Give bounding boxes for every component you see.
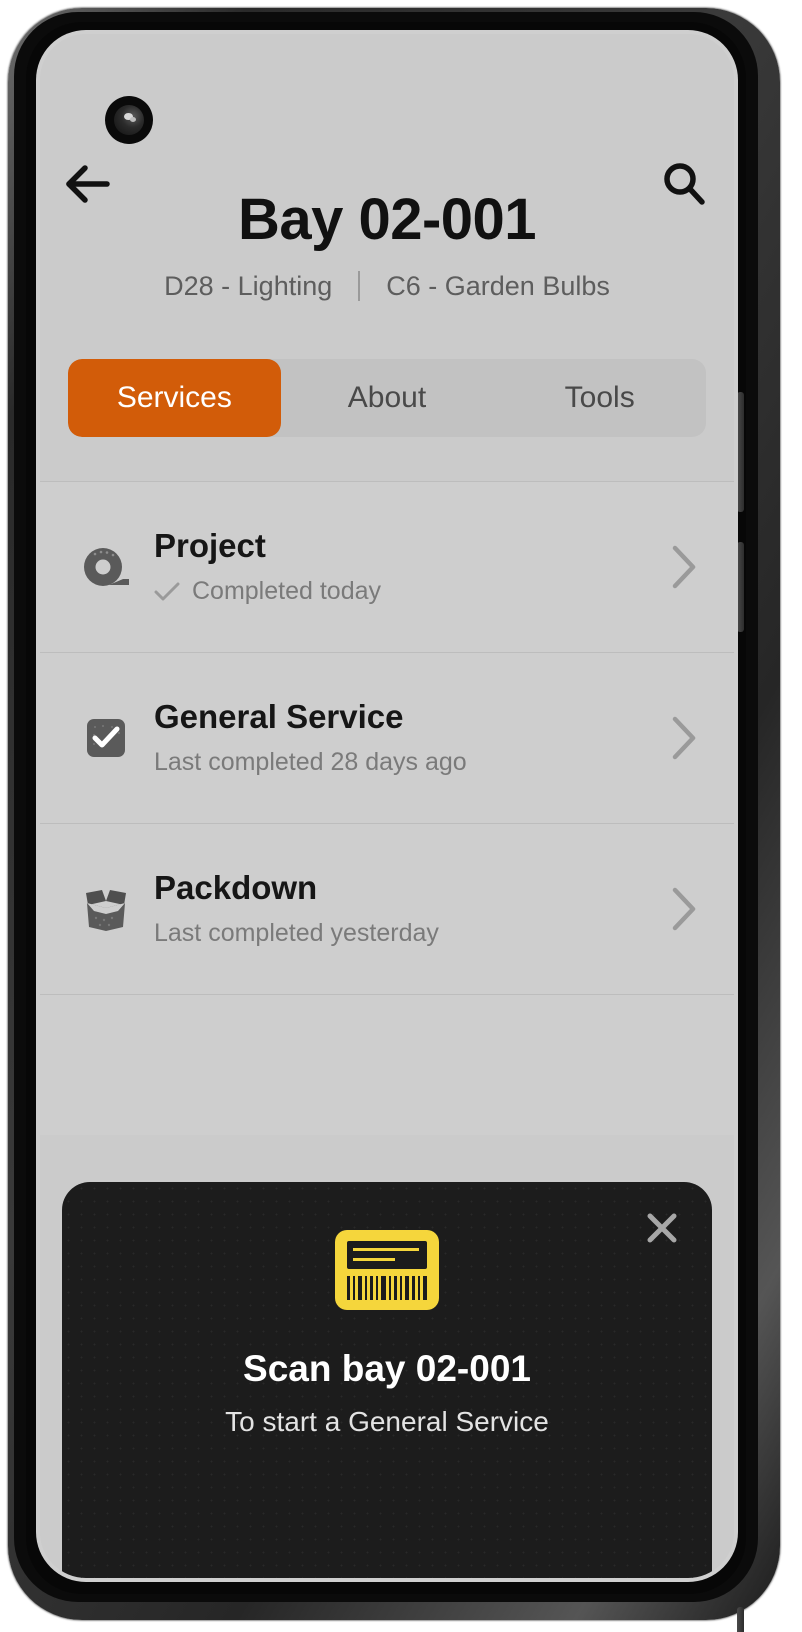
services-list: Project Completed today General Service …	[40, 480, 734, 1135]
list-item-status: Last completed 28 days ago	[154, 748, 664, 777]
list-item-status-text: Last completed yesterday	[154, 919, 439, 948]
list-item-status-text: Last completed 28 days ago	[154, 748, 467, 777]
scan-sheet-body: Scan bay 02-001 To start a General Servi…	[62, 1182, 712, 1438]
breadcrumb: D28 - Lighting C6 - Garden Bulbs	[40, 271, 734, 302]
scan-title: Scan bay 02-001	[243, 1348, 531, 1389]
list-item-status-text: Completed today	[192, 577, 382, 606]
list-item[interactable]: Project Completed today	[40, 481, 734, 653]
search-button[interactable]	[652, 152, 716, 216]
list-item-status: Last completed yesterday	[154, 919, 664, 948]
tab-about[interactable]: About	[281, 359, 494, 437]
phone-screen: Bay 02-001 D28 - Lighting C6 - Garden Bu…	[40, 34, 734, 1578]
open-box-icon	[68, 884, 144, 934]
breadcrumb-divider	[358, 271, 361, 302]
tab-services[interactable]: Services	[68, 358, 281, 437]
tape-roll-icon	[68, 541, 144, 593]
back-button[interactable]	[56, 152, 120, 216]
check-icon	[154, 582, 180, 601]
list-item-status: Completed today	[154, 577, 664, 606]
list-item-title: Project	[154, 527, 266, 565]
barcode-bars	[347, 1276, 427, 1300]
list-empty-space	[40, 994, 734, 1135]
app-root: Bay 02-001 D28 - Lighting C6 - Garden Bu…	[40, 34, 734, 1578]
list-item-text: Project Completed today	[144, 527, 664, 606]
list-item-title: Packdown	[154, 869, 318, 907]
screenshot-stage: Bay 02-001 D28 - Lighting C6 - Garden Bu…	[0, 0, 802, 1632]
barcode-label-line-1	[353, 1248, 419, 1251]
barcode-label-line-2	[353, 1258, 395, 1261]
breadcrumb-department: D28 - Lighting	[164, 270, 333, 301]
scan-subtitle: To start a General Service	[225, 1406, 549, 1437]
list-item[interactable]: General Service Last completed 28 days a…	[40, 652, 734, 824]
power-button[interactable]	[737, 1607, 744, 1632]
close-button[interactable]	[634, 1200, 690, 1256]
chevron-right-icon	[664, 886, 704, 932]
list-item-text: General Service Last completed 28 days a…	[144, 698, 664, 777]
tab-tools[interactable]: Tools	[493, 359, 706, 437]
checkbox-checked-icon	[68, 713, 144, 763]
tab-bar: Services About Tools	[68, 358, 706, 437]
volume-up-button[interactable]	[737, 392, 744, 512]
close-icon	[647, 1213, 677, 1243]
list-item-title: General Service	[154, 698, 404, 736]
volume-down-button[interactable]	[737, 542, 744, 632]
chevron-right-icon	[664, 544, 704, 590]
chevron-right-icon	[664, 715, 704, 761]
scan-bottom-sheet: Scan bay 02-001 To start a General Servi…	[62, 1182, 712, 1578]
list-item[interactable]: Packdown Last completed yesterday	[40, 823, 734, 995]
list-item-text: Packdown Last completed yesterday	[144, 869, 664, 948]
barcode-label-area	[347, 1241, 427, 1269]
breadcrumb-category: C6 - Garden Bulbs	[386, 270, 610, 301]
front-camera-icon	[105, 96, 153, 144]
page-title: Bay 02-001	[237, 187, 537, 252]
camera-glint-secondary	[130, 117, 136, 122]
barcode-icon	[335, 1230, 439, 1310]
